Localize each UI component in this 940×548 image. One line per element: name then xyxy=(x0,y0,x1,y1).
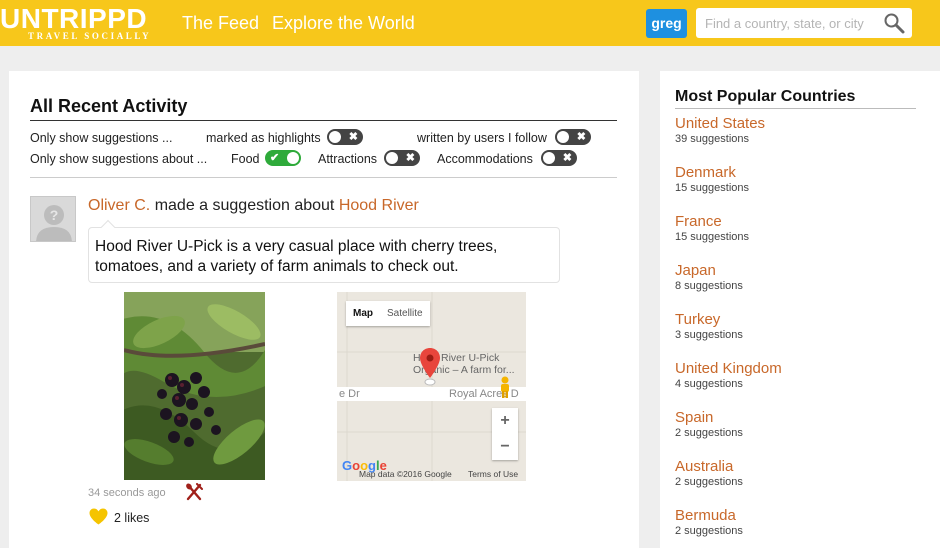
highlights-label: marked as highlights xyxy=(206,131,321,145)
country-suggestion-count: 2 suggestions xyxy=(675,525,743,537)
country-item[interactable]: Japan 8 suggestions xyxy=(675,262,743,298)
heart-icon[interactable] xyxy=(89,508,108,525)
likes-count[interactable]: 2 likes xyxy=(114,511,149,525)
accommodations-toggle[interactable]: ✖ xyxy=(541,150,577,166)
toggle-knob xyxy=(329,131,341,143)
country-item[interactable]: Australia 2 suggestions xyxy=(675,458,743,494)
food-label: Food xyxy=(231,152,260,166)
filter-row2-label: Only show suggestions about ... xyxy=(30,152,208,166)
sidebar-divider xyxy=(675,108,916,109)
country-suggestion-count: 39 suggestions xyxy=(675,133,749,145)
logo-wordmark: UNTRIPPD xyxy=(0,3,148,34)
post-action: made a suggestion about xyxy=(154,197,335,214)
cherry-tree-photo xyxy=(124,292,265,480)
map-footer: Map data ©2016 Google Terms of Use xyxy=(337,468,526,481)
country-suggestion-count: 2 suggestions xyxy=(675,476,743,488)
popular-countries-sidebar: Most Popular Countries United States 39 s… xyxy=(660,71,940,548)
bubble-tip xyxy=(100,219,116,235)
toggle-mark-icon: ✔ xyxy=(270,152,280,164)
avatar[interactable]: ? xyxy=(30,196,76,242)
toggle-knob xyxy=(543,152,555,164)
highlights-toggle[interactable]: ✖ xyxy=(327,129,363,145)
search-input[interactable] xyxy=(696,8,882,38)
map-zoom-control: + − xyxy=(492,408,518,460)
search-box xyxy=(696,8,912,38)
toggle-knob xyxy=(287,152,299,164)
country-name-link[interactable]: United States xyxy=(675,115,765,133)
suggestion-text: Hood River U-Pick is a very casual place… xyxy=(95,238,498,275)
avatar-placeholder-icon: ? xyxy=(31,197,75,241)
attractions-toggle[interactable]: ✖ xyxy=(384,150,420,166)
activity-title: All Recent Activity xyxy=(30,96,188,116)
country-name-link[interactable]: Spain xyxy=(675,409,743,427)
accommodations-label: Accommodations xyxy=(437,152,533,166)
food-toggle[interactable]: ✔ xyxy=(265,150,301,166)
post-author-link[interactable]: Oliver C. xyxy=(88,197,150,214)
map-tab-map[interactable]: Map xyxy=(346,301,380,326)
location-map[interactable]: e Dr Royal Acres D Hood River U-Pick Org… xyxy=(337,292,526,481)
food-icon xyxy=(185,483,203,501)
map-type-control: Map Satellite xyxy=(346,301,430,326)
road-label-left: e Dr xyxy=(339,388,360,400)
country-item[interactable]: United Kingdom 4 suggestions xyxy=(675,360,782,396)
suggestion-bubble: Hood River U-Pick is a very casual place… xyxy=(88,219,560,283)
sidebar-title: Most Popular Countries xyxy=(675,88,856,105)
user-menu-button[interactable]: greg xyxy=(646,9,687,38)
country-name-link[interactable]: France xyxy=(675,213,749,231)
suggestion-photo[interactable] xyxy=(124,292,265,480)
country-item[interactable]: France 15 suggestions xyxy=(675,213,749,249)
map-attribution: Map data ©2016 Google xyxy=(359,469,452,479)
country-suggestion-count: 4 suggestions xyxy=(675,378,743,390)
map-tab-satellite[interactable]: Satellite xyxy=(380,301,430,326)
search-icon[interactable] xyxy=(882,11,906,35)
nav-the-feed[interactable]: The Feed xyxy=(182,12,259,34)
country-name-link[interactable]: Japan xyxy=(675,262,743,280)
pegman-icon[interactable] xyxy=(499,376,511,398)
toggle-mark-icon: ✖ xyxy=(405,152,415,164)
country-item[interactable]: Denmark 15 suggestions xyxy=(675,164,749,200)
nav-explore-the-world[interactable]: Explore the World xyxy=(272,12,415,34)
top-bar: UNTRIPPD TRAVEL SOCIALLY The Feed Explor… xyxy=(0,0,940,46)
country-item[interactable]: United States 39 suggestions xyxy=(675,115,765,151)
logo[interactable]: UNTRIPPD TRAVEL SOCIALLY xyxy=(0,4,160,44)
country-item[interactable]: Bermuda 2 suggestions xyxy=(675,507,743,543)
filter-row1-label: Only show suggestions ... xyxy=(30,131,173,145)
zoom-in-button[interactable]: + xyxy=(492,408,518,434)
attractions-label: Attractions xyxy=(318,152,378,166)
zoom-out-button[interactable]: − xyxy=(492,434,518,460)
country-name-link[interactable]: United Kingdom xyxy=(675,360,782,378)
svg-text:?: ? xyxy=(50,207,59,223)
activity-card: All Recent Activity Only show suggestion… xyxy=(9,71,639,548)
country-suggestion-count: 15 suggestions xyxy=(675,231,749,243)
toggle-mark-icon: ✖ xyxy=(576,131,586,143)
toggle-mark-icon: ✖ xyxy=(562,152,572,164)
country-suggestion-count: 2 suggestions xyxy=(675,427,743,439)
follow-label: written by users I follow xyxy=(417,131,547,145)
toggle-knob xyxy=(386,152,398,164)
country-item[interactable]: Spain 2 suggestions xyxy=(675,409,743,445)
follow-toggle[interactable]: ✖ xyxy=(555,129,591,145)
country-suggestion-count: 3 suggestions xyxy=(675,329,743,341)
country-suggestion-count: 15 suggestions xyxy=(675,182,749,194)
country-name-link[interactable]: Australia xyxy=(675,458,743,476)
toggle-mark-icon: ✖ xyxy=(348,131,358,143)
map-pin-icon[interactable] xyxy=(420,348,440,386)
country-suggestion-count: 8 suggestions xyxy=(675,280,743,292)
title-divider xyxy=(30,120,617,121)
post-place-link[interactable]: Hood River xyxy=(339,197,419,214)
logo-tagline: TRAVEL SOCIALLY xyxy=(28,31,152,41)
post-header: Oliver C. made a suggestion about Hood R… xyxy=(88,196,419,216)
filter-divider xyxy=(30,177,617,178)
country-name-link[interactable]: Turkey xyxy=(675,311,743,329)
country-item[interactable]: Turkey 3 suggestions xyxy=(675,311,743,347)
map-terms-link[interactable]: Terms of Use xyxy=(468,468,518,481)
country-name-link[interactable]: Denmark xyxy=(675,164,749,182)
toggle-knob xyxy=(557,131,569,143)
country-name-link[interactable]: Bermuda xyxy=(675,507,743,525)
post-timestamp: 34 seconds ago xyxy=(88,487,166,499)
